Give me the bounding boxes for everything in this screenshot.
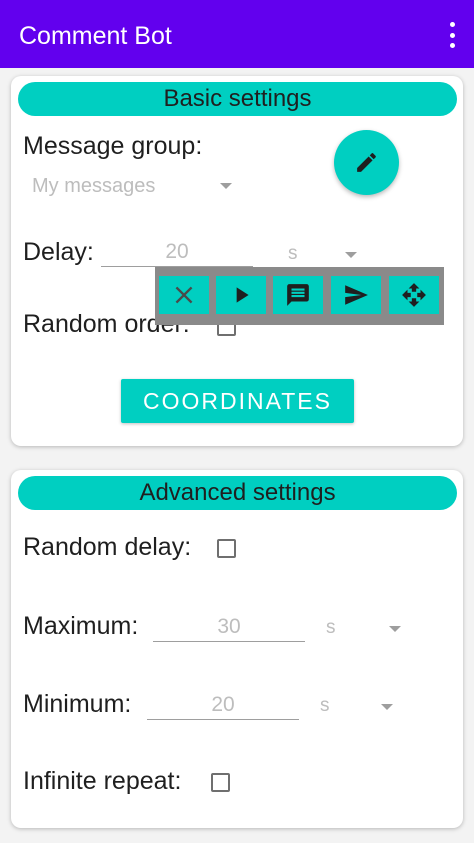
move-icon [402, 283, 426, 307]
minimum-unit-value: s [320, 695, 330, 716]
delay-label: Delay: [23, 238, 94, 266]
advanced-settings-header: Advanced settings [18, 476, 457, 510]
message-group-select[interactable]: My messages [31, 172, 236, 200]
basic-settings-header: Basic settings [18, 82, 457, 116]
infinite-repeat-label: Infinite repeat: [23, 767, 182, 795]
play-button[interactable] [216, 276, 266, 314]
advanced-settings-card: Advanced settings Random delay: Maximum:… [11, 470, 463, 828]
infinite-repeat-checkbox[interactable] [211, 773, 230, 792]
floating-toolbar [155, 267, 444, 325]
send-icon [345, 285, 368, 305]
delay-input[interactable]: 20 [101, 237, 253, 267]
basic-settings-card: Basic settings Message group: My message… [11, 76, 463, 446]
more-vert-icon[interactable] [444, 22, 460, 48]
delay-unit-select[interactable]: s [283, 242, 373, 268]
minimum-unit-select[interactable]: s [315, 694, 405, 720]
maximum-input[interactable]: 30 [153, 612, 305, 642]
send-button[interactable] [331, 276, 381, 314]
message-icon [287, 284, 309, 306]
coordinates-button[interactable]: COORDINATES [121, 379, 354, 423]
app-bar: Comment Bot [0, 0, 474, 68]
message-button[interactable] [273, 276, 323, 314]
maximum-unit-value: s [326, 617, 336, 638]
close-button[interactable] [159, 276, 209, 314]
random-delay-label: Random delay: [23, 533, 192, 561]
app-title: Comment Bot [19, 22, 172, 50]
close-icon [175, 286, 193, 304]
dropdown-arrow-icon [381, 704, 393, 710]
dropdown-arrow-icon [345, 252, 357, 258]
message-group-value: My messages [32, 175, 156, 197]
edit-button[interactable] [334, 130, 399, 195]
pencil-icon [357, 153, 376, 172]
minimum-label: Minimum: [23, 690, 132, 718]
random-delay-checkbox[interactable] [217, 539, 236, 558]
dropdown-arrow-icon [220, 183, 232, 189]
play-icon [236, 287, 249, 303]
dropdown-arrow-icon [389, 626, 401, 632]
delay-unit-value: s [288, 243, 298, 264]
minimum-input[interactable]: 20 [147, 690, 299, 720]
move-button[interactable] [389, 276, 439, 314]
maximum-unit-select[interactable]: s [321, 616, 411, 642]
message-group-label: Message group: [23, 132, 203, 160]
maximum-label: Maximum: [23, 612, 139, 640]
